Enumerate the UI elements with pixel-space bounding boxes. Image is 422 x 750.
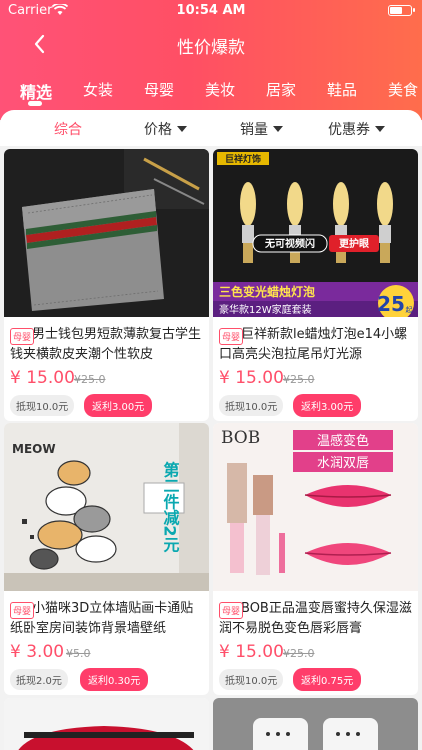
tab-featured[interactable]: 精选 [20, 79, 52, 103]
sticker-meow-text: MEOW [12, 442, 56, 456]
tab-beauty[interactable]: 美妆 [205, 79, 235, 100]
product-image-partial-right [213, 698, 418, 750]
bulb-badge-unit: 起 [406, 306, 413, 314]
sticker-promo-text: 第二件减2元 [161, 461, 180, 553]
cash-back-badge: 抵现10.0元 [219, 669, 284, 690]
product-image-lip-gloss: BOB 温感变色 水润双唇 [213, 423, 418, 591]
lipgloss-label-1: 温感变色 [317, 433, 369, 449]
cash-back-badge: 抵现2.0元 [10, 669, 68, 690]
sort-bar: 综合 价格 销量 优惠券 [0, 110, 422, 146]
sort-coupon-label: 优惠券 [328, 122, 370, 138]
product-title: BOB正品温变唇蜜持久保湿滋润不易脱色变色唇彩唇膏 [219, 601, 412, 636]
caret-down-icon [375, 126, 385, 132]
sort-price-label: 价格 [144, 122, 172, 138]
rebate-badge: 返利0.75元 [293, 668, 362, 691]
product-price: ¥ 15.00 [219, 642, 284, 662]
product-card[interactable]: 男士钱包男短款薄款复古学生钱夹横款皮夹潮个性软皮 母婴 ¥ 15.00 ¥25.… [4, 149, 209, 421]
product-card[interactable] [4, 698, 209, 750]
cash-back-badge: 抵现10.0元 [219, 395, 284, 416]
product-price: ¥ 3.00 [10, 642, 65, 662]
product-title: 小猫咪3D立体墙贴画卡通贴纸卧室房间装饰背景墙壁纸 [10, 601, 194, 636]
tab-home[interactable]: 居家 [266, 79, 296, 100]
original-price: ¥25.0 [283, 373, 315, 386]
tab-women[interactable]: 女装 [83, 79, 113, 100]
category-tag: 母婴 [219, 602, 244, 619]
rebate-badge: 返利3.00元 [293, 394, 362, 417]
product-price: ¥ 15.00 [10, 368, 75, 388]
category-tabs: 精选 女装 母婴 美妆 居家 鞋品 美食 [0, 76, 422, 104]
navigation-bar: 性价爆款 [0, 24, 422, 64]
product-card[interactable]: MEOW 第二件减2元 小猫咪3D立体墙贴画卡通贴纸卧室房间装饰背景墙壁纸 母婴… [4, 423, 209, 695]
product-price: ¥ 15.00 [219, 368, 284, 388]
product-image-wallet [4, 149, 209, 317]
category-tag: 母婴 [219, 328, 244, 345]
lipgloss-label-2: 水润双唇 [317, 456, 369, 471]
product-image-cat-sticker: MEOW 第二件减2元 [4, 423, 209, 591]
category-tag: 母婴 [10, 328, 35, 345]
product-card[interactable] [213, 698, 418, 750]
product-card[interactable]: 巨祥灯饰 无可视频闪 更护眼 三色变光蜡烛灯泡 豪华款12W家庭套装 25 起 … [213, 149, 418, 421]
tab-baby[interactable]: 母婴 [144, 79, 174, 100]
bulb-banner-text: 三色变光蜡烛灯泡 [219, 284, 315, 299]
sort-coupon[interactable]: 优惠券 [328, 119, 385, 139]
sort-sales-label: 销量 [240, 122, 268, 138]
page-title: 性价爆款 [177, 38, 245, 58]
original-price: ¥5.0 [66, 647, 91, 660]
product-card[interactable]: BOB 温感变色 水润双唇 BOB正品温变唇蜜持久保湿滋润不易脱色变色唇彩唇膏 … [213, 423, 418, 695]
active-tab-indicator [28, 101, 42, 106]
battery-icon [388, 5, 415, 16]
product-image-candle-bulbs: 巨祥灯饰 无可视频闪 更护眼 三色变光蜡烛灯泡 豪华款12W家庭套装 25 起 [213, 149, 418, 317]
rebate-badge: 返利0.30元 [80, 668, 149, 691]
cash-back-badge: 抵现10.0元 [10, 395, 75, 416]
tab-shoes[interactable]: 鞋品 [327, 79, 357, 100]
product-title: 巨祥新款le蜡烛灯泡e14小螺口高亮尖泡拉尾吊灯光源 [219, 327, 408, 362]
sort-default[interactable]: 综合 [54, 119, 82, 139]
caret-down-icon [177, 126, 187, 132]
bulb-overlay-text-1: 无可视频闪 [264, 237, 315, 250]
rebate-badge: 返利3.00元 [84, 394, 153, 417]
original-price: ¥25.0 [283, 647, 315, 660]
category-tag: 母婴 [10, 602, 35, 619]
status-bar: Carrier 10:54 AM [0, 0, 422, 22]
bulb-overlay-text-2: 更护眼 [339, 237, 369, 250]
bulb-package-text: 豪华款12W家庭套装 [219, 303, 312, 316]
product-image-partial-left [4, 698, 209, 750]
lipgloss-brand-text: BOB [221, 428, 260, 448]
status-time: 10:54 AM [176, 3, 246, 18]
bulb-badge-number: 25 [377, 292, 405, 316]
bulb-brand-text: 巨祥灯饰 [225, 153, 261, 165]
caret-down-icon [273, 126, 283, 132]
original-price: ¥25.0 [74, 373, 106, 386]
product-title: 男士钱包男短款薄款复古学生钱夹横款皮夹潮个性软皮 [10, 327, 202, 362]
sort-price[interactable]: 价格 [144, 119, 187, 139]
tab-food[interactable]: 美食 [388, 79, 418, 100]
sort-sales[interactable]: 销量 [240, 119, 283, 139]
